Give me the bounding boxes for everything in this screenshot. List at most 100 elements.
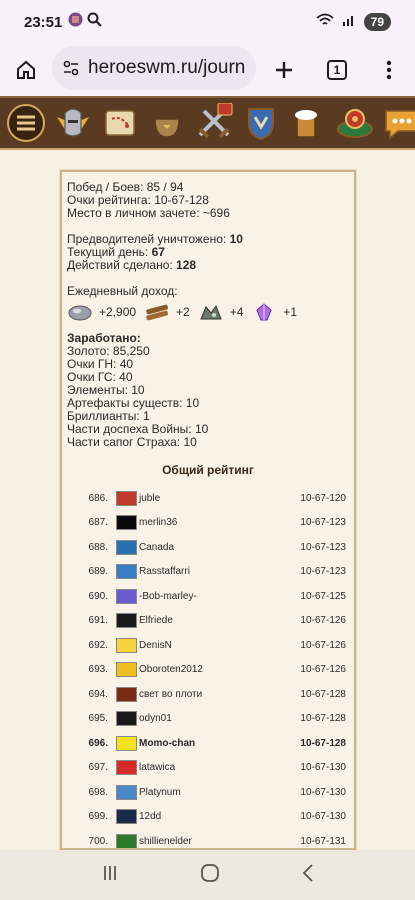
clan-emblem-icon[interactable] xyxy=(116,662,137,677)
player-nick-link[interactable]: 12dd xyxy=(139,811,161,822)
player-nick-link[interactable]: Momo-chan xyxy=(139,738,195,749)
rating-position: 700. xyxy=(88,835,108,847)
rating-row: 696. Momo-chan 10-67-128 xyxy=(62,731,354,755)
recent-apps-button[interactable] xyxy=(101,864,119,887)
clan-emblem-icon[interactable] xyxy=(116,490,137,506)
tab-switcher-button[interactable]: 1 xyxy=(311,44,363,96)
rating-score: 10-67-120 xyxy=(300,492,346,504)
status-bar: 23:51 79 xyxy=(0,0,415,44)
beer-mug-icon xyxy=(295,110,322,138)
rating-score: 10-67-130 xyxy=(300,786,346,798)
game-menu-button[interactable] xyxy=(6,100,46,146)
rating-score: 10-67-131 xyxy=(300,835,346,847)
rating-position: 699. xyxy=(88,811,108,822)
wifi-icon xyxy=(316,13,334,32)
plus-icon xyxy=(276,62,292,78)
clan-emblem-icon[interactable] xyxy=(116,809,137,824)
income-amount: +1 xyxy=(283,304,298,319)
roulette-icon xyxy=(337,109,373,138)
rating-position: 691. xyxy=(88,615,108,626)
home-system-button[interactable] xyxy=(200,863,220,888)
clan-emblem-icon[interactable] xyxy=(116,637,137,653)
clan-emblem-icon[interactable] xyxy=(116,539,137,555)
chat-button[interactable] xyxy=(382,100,415,146)
address-bar[interactable]: heroeswm.ru/journ xyxy=(52,46,256,90)
rating-position: 686. xyxy=(88,492,108,504)
player-nick-link[interactable]: juble xyxy=(139,493,160,504)
rating-row: 694. свет во плоти 10-67-128 xyxy=(62,682,354,706)
battles-button[interactable] xyxy=(194,100,234,146)
clan-emblem-icon[interactable] xyxy=(116,735,137,751)
new-tab-button[interactable] xyxy=(258,44,310,96)
roulette-button[interactable] xyxy=(335,100,375,146)
actions-line: Действий сделано: 128 xyxy=(67,258,197,272)
browser-toolbar: heroeswm.ru/journ 1 xyxy=(0,44,415,96)
inventory-button[interactable] xyxy=(147,100,187,146)
rating-position: 697. xyxy=(88,762,108,773)
clan-emblem-icon[interactable] xyxy=(116,760,137,775)
player-nick-link[interactable]: свет во плоти xyxy=(139,689,202,700)
player-nick-link[interactable]: Elfriede xyxy=(139,615,173,626)
rating-score: 10-67-126 xyxy=(300,664,346,675)
rating-score: 10-67-130 xyxy=(300,811,346,822)
character-button[interactable] xyxy=(53,100,93,146)
stats-block: Побед / Боев: 85 / 94 Очки рейтинга: 10-… xyxy=(62,172,354,449)
player-nick-link[interactable]: -Bob-marley- xyxy=(139,591,197,602)
rating-row: 695. odyn01 10-67-128 xyxy=(62,707,354,731)
ore-icon xyxy=(68,305,92,321)
rating-position: 695. xyxy=(88,713,108,724)
mercury-icon xyxy=(199,304,222,320)
clan-emblem-icon[interactable] xyxy=(116,613,137,628)
rating-position: 698. xyxy=(88,786,108,798)
player-nick-link[interactable]: shillienelder xyxy=(139,836,192,847)
journal-panel: Побед / Боев: 85 / 94 Очки рейтинга: 10-… xyxy=(60,170,356,850)
home-circle-icon xyxy=(200,863,219,882)
earned-item: Части сапог Страха: 10 xyxy=(67,435,197,449)
clan-emblem-icon[interactable] xyxy=(116,711,137,726)
battery-indicator: 79 xyxy=(363,13,391,31)
tavern-button[interactable] xyxy=(288,100,328,146)
rating-position: 687. xyxy=(88,517,108,528)
system-navigation-bar xyxy=(0,850,415,900)
player-nick-link[interactable]: Oboroten2012 xyxy=(139,664,203,675)
chat-bubble-icon xyxy=(385,110,415,140)
income-amount: +2 xyxy=(176,304,190,319)
menu-button[interactable] xyxy=(363,44,415,96)
tab-count: 1 xyxy=(327,60,347,80)
clan-emblem-icon[interactable] xyxy=(116,515,137,530)
back-chevron-icon xyxy=(302,863,313,882)
rating-score: 10-67-128 xyxy=(300,737,346,749)
rating-row: 686. juble 10-67-120 xyxy=(62,486,354,510)
search-notification-icon xyxy=(87,12,103,32)
income-amount: +2,900 xyxy=(99,304,137,319)
income-row: +2,900 +2 +4 +1 xyxy=(67,301,354,323)
rating-position: 688. xyxy=(88,541,108,553)
back-button[interactable] xyxy=(301,863,315,888)
clan-emblem-icon[interactable] xyxy=(116,833,137,848)
wood-icon xyxy=(146,304,168,321)
player-nick-link[interactable]: latawica xyxy=(139,762,175,773)
rating-row: 693. Oboroten2012 10-67-126 xyxy=(62,658,354,682)
clan-emblem-icon[interactable] xyxy=(116,686,137,702)
home-button[interactable] xyxy=(0,44,52,96)
player-nick-link[interactable]: Canada xyxy=(139,542,174,553)
map-button[interactable] xyxy=(100,100,140,146)
player-nick-link[interactable]: DenisN xyxy=(139,640,172,651)
rating-row: 699. 12dd 10-67-130 xyxy=(62,805,354,829)
crossed-swords-icon xyxy=(198,103,233,139)
guilds-button[interactable] xyxy=(241,100,281,146)
clan-emblem-icon[interactable] xyxy=(116,784,137,800)
crystal-icon xyxy=(256,303,273,321)
rating-row: 700. shillienelder 10-67-131 xyxy=(62,829,354,848)
rating-position: 693. xyxy=(88,664,108,675)
menu-list-icon xyxy=(7,104,45,142)
rating-score: 10-67-128 xyxy=(300,688,346,700)
map-scroll-icon xyxy=(105,110,135,136)
player-nick-link[interactable]: Rasstaffarri xyxy=(139,566,190,577)
clan-emblem-icon[interactable] xyxy=(116,588,137,604)
player-nick-link[interactable]: merlin36 xyxy=(139,517,177,528)
clan-emblem-icon[interactable] xyxy=(116,564,137,579)
player-nick-link[interactable]: odyn01 xyxy=(139,713,172,724)
player-nick-link[interactable]: Platynum xyxy=(139,787,181,798)
rating-score: 10-67-123 xyxy=(300,541,346,553)
